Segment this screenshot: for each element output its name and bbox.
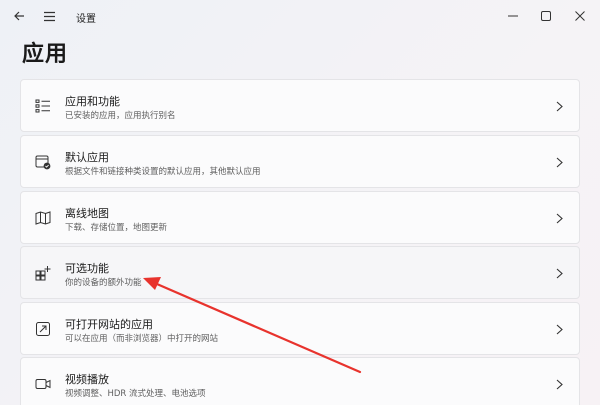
- card-title: 可选功能: [65, 262, 109, 275]
- back-button[interactable]: [6, 4, 32, 28]
- card-subtitle: 视频调整、HDR 流式处理、电池选项: [65, 389, 206, 399]
- open-website-icon: [33, 319, 53, 339]
- card-title: 视频播放: [65, 373, 109, 386]
- card-apps-and-features[interactable]: 应用和功能 已安装的应用，应用执行别名: [20, 79, 580, 132]
- chevron-right-icon: [553, 210, 565, 226]
- card-title: 应用和功能: [65, 95, 120, 108]
- card-video-playback[interactable]: 视频播放 视频调整、HDR 流式处理、电池选项: [20, 357, 580, 405]
- hamburger-icon: [43, 11, 55, 21]
- maximize-icon: [541, 11, 551, 21]
- card-subtitle: 已安装的应用，应用执行别名: [65, 111, 176, 121]
- close-icon: [575, 11, 585, 21]
- card-offline-maps[interactable]: 离线地图 下载、存储位置，地图更新: [20, 191, 580, 244]
- chevron-right-icon: [553, 265, 565, 281]
- video-icon: [33, 374, 53, 394]
- close-button[interactable]: [567, 4, 593, 28]
- optional-features-icon: [33, 263, 53, 283]
- back-arrow-icon: [14, 11, 24, 21]
- card-optional-features[interactable]: 可选功能 你的设备的额外功能: [20, 246, 580, 299]
- default-apps-icon: [33, 152, 53, 172]
- card-apps-for-websites[interactable]: 可打开网站的应用 可以在应用（而非浏览器）中打开的网站: [20, 302, 580, 355]
- title-bar: 设置: [0, 0, 600, 32]
- minimize-icon: [508, 15, 518, 17]
- card-subtitle: 根据文件和链接种类设置的默认应用，其他默认应用: [65, 167, 261, 177]
- card-title: 离线地图: [65, 207, 109, 220]
- card-default-apps[interactable]: 默认应用 根据文件和链接种类设置的默认应用，其他默认应用: [20, 135, 580, 188]
- card-subtitle: 你的设备的额外功能: [65, 278, 142, 288]
- minimize-button[interactable]: [500, 4, 526, 28]
- page-title: 应用: [22, 42, 69, 67]
- apps-list-icon: [33, 96, 53, 116]
- card-title: 默认应用: [65, 151, 109, 164]
- maximize-button[interactable]: [533, 4, 559, 28]
- card-subtitle: 下载、存储位置，地图更新: [65, 223, 168, 233]
- chevron-right-icon: [553, 154, 565, 170]
- chevron-right-icon: [553, 376, 565, 392]
- card-title: 可打开网站的应用: [65, 318, 153, 331]
- map-icon: [33, 208, 53, 228]
- window-title: 设置: [76, 14, 96, 25]
- chevron-right-icon: [553, 98, 565, 114]
- navigation-menu-button[interactable]: [36, 4, 62, 28]
- card-subtitle: 可以在应用（而非浏览器）中打开的网站: [65, 334, 219, 344]
- chevron-right-icon: [553, 321, 565, 337]
